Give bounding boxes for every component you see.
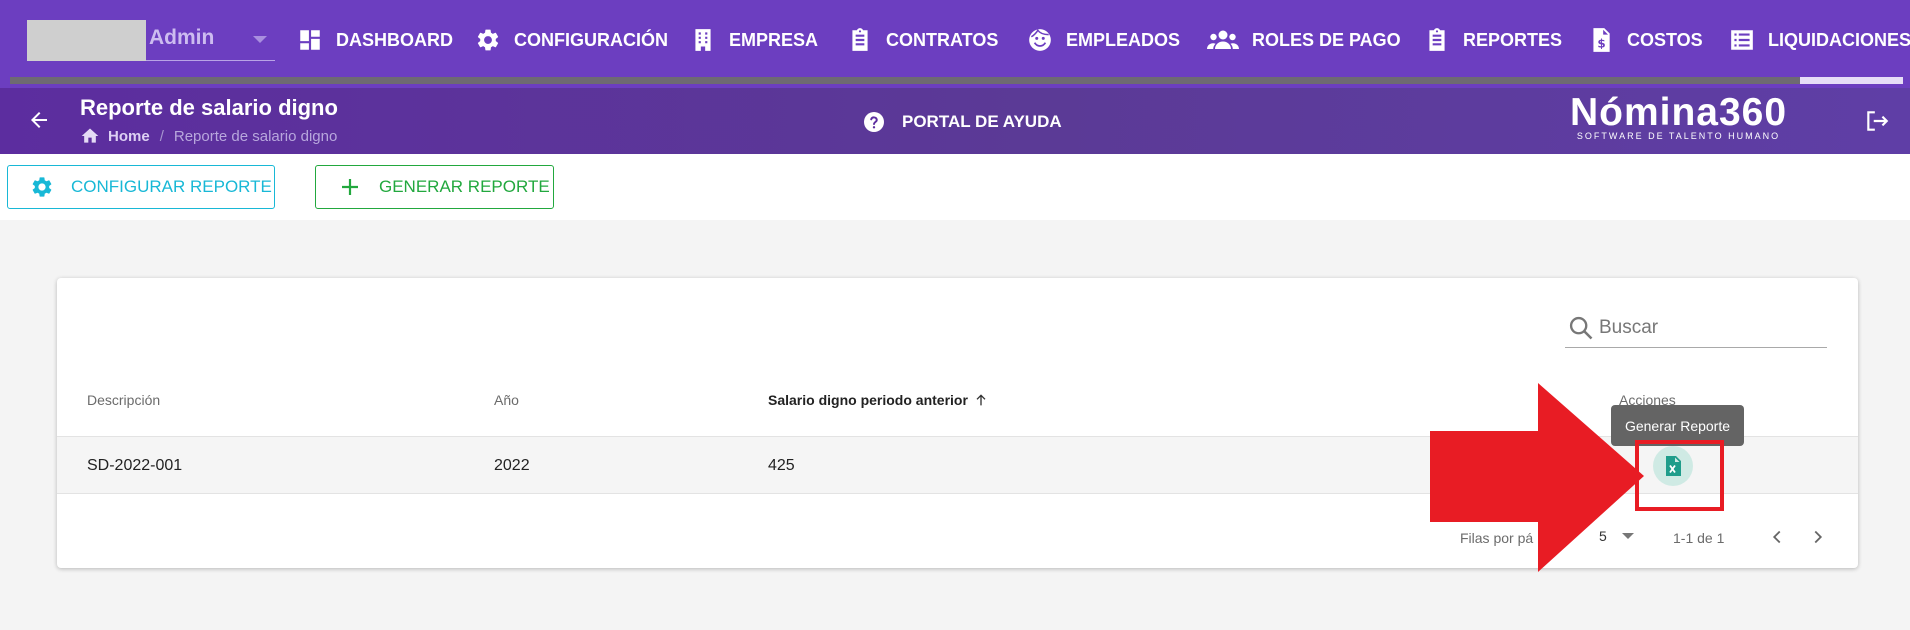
dashboard-icon — [300, 30, 320, 50]
users-icon — [1207, 30, 1239, 49]
face-icon — [1029, 28, 1051, 51]
gear-icon — [477, 29, 499, 51]
invoice-dollar-icon: $ — [1593, 28, 1610, 52]
nav-item-label: COSTOS — [1627, 29, 1703, 50]
configure-report-label: CONFIGURAR REPORTE — [71, 177, 272, 196]
nav-item-label: LIQUIDACIONES — [1768, 29, 1910, 50]
brand-tagline: SOFTWARE DE TALENTO HUMANO — [1576, 131, 1781, 141]
top-navigation: Admin DASHBOARD CONFIGURACIÓN EMPRESA CO… — [0, 0, 1910, 88]
brand-name: Nómina360 — [1569, 91, 1788, 134]
home-icon[interactable] — [80, 126, 100, 146]
back-arrow-icon[interactable] — [27, 108, 51, 132]
page-header: Reporte de salario digno Home / Reporte … — [0, 88, 1910, 154]
configure-report-button[interactable]: CONFIGURAR REPORTE — [7, 165, 275, 209]
logout-icon[interactable] — [1864, 108, 1890, 134]
nav-item-contratos[interactable]: CONTRATOS — [847, 25, 998, 55]
generate-report-label: GENERAR REPORTE — [379, 177, 550, 196]
profile-name: Admin — [149, 26, 215, 49]
column-header-salario-label: Salario digno periodo anterior — [768, 392, 968, 408]
pagination-range: 1-1 de 1 — [1673, 530, 1725, 546]
avatar — [27, 20, 146, 61]
cell-salario: 425 — [768, 457, 795, 474]
plus-icon — [342, 179, 358, 195]
sort-ascending-icon — [976, 394, 986, 406]
chevron-down-icon — [253, 36, 267, 43]
list-icon — [1731, 30, 1753, 50]
nav-item-label: ROLES DE PAGO — [1252, 29, 1401, 50]
nav-item-empresa[interactable]: EMPRESA — [690, 25, 818, 55]
user-profile-select[interactable]: Admin — [27, 20, 275, 61]
clipboard-icon — [852, 28, 868, 51]
search-icon — [1569, 316, 1593, 340]
nav-item-label: EMPRESA — [729, 29, 819, 50]
nav-item-empleados[interactable]: EMPLEADOS — [1027, 25, 1180, 55]
nav-item-reportes[interactable]: REPORTES — [1424, 25, 1562, 55]
column-header-descripcion[interactable]: Descripción — [87, 392, 160, 408]
breadcrumb-current: Reporte de salario digno — [173, 127, 338, 145]
breadcrumb: Home / Reporte de salario digno — [80, 126, 337, 146]
help-portal-link[interactable]: PORTAL DE AYUDA — [862, 110, 1062, 134]
building-icon — [695, 29, 711, 51]
cell-descripcion: SD-2022-001 — [87, 457, 183, 474]
cell-anio: 2022 — [494, 457, 530, 474]
annotation-arrow-icon — [1430, 383, 1644, 572]
search-input[interactable] — [1599, 313, 1819, 343]
breadcrumb-separator: / — [159, 127, 164, 145]
help-portal-label: PORTAL DE AYUDA — [902, 112, 1062, 131]
action-toolbar: CONFIGURAR REPORTE GENERAR REPORTE — [0, 154, 1910, 220]
nav-scroll-track — [10, 77, 1800, 84]
page-title: Reporte de salario digno — [80, 95, 338, 120]
previous-page-icon[interactable] — [1766, 526, 1788, 548]
svg-text:$: $ — [1597, 37, 1605, 51]
gear-icon — [32, 177, 52, 197]
next-page-icon[interactable] — [1807, 526, 1829, 548]
help-circle-icon — [864, 112, 884, 132]
search-field[interactable] — [1565, 308, 1827, 348]
nav-item-configuracion[interactable]: CONFIGURACIÓN — [475, 25, 668, 55]
nav-item-dashboard[interactable]: DASHBOARD — [297, 25, 453, 55]
breadcrumb-home-link[interactable]: Home — [108, 128, 150, 145]
nav-item-label: CONTRATOS — [886, 29, 999, 50]
nav-item-label: DASHBOARD — [336, 29, 453, 50]
generate-report-button[interactable]: GENERAR REPORTE — [315, 165, 554, 209]
nav-item-label: CONFIGURACIÓN — [514, 29, 668, 50]
nav-item-liquidaciones[interactable]: LIQUIDACIONES — [1729, 25, 1910, 55]
nav-item-label: EMPLEADOS — [1066, 29, 1181, 50]
nav-active-indicator — [1800, 77, 1903, 84]
column-header-anio[interactable]: Año — [494, 392, 519, 408]
nav-item-costos[interactable]: $ COSTOS — [1588, 25, 1703, 55]
brand-logo: Nómina360 SOFTWARE DE TALENTO HUMANO — [1566, 91, 1791, 141]
nav-item-roles-de-pago[interactable]: ROLES DE PAGO — [1207, 25, 1401, 55]
clipboard-icon — [1429, 28, 1445, 51]
annotation-highlight-box — [1635, 440, 1724, 511]
nav-item-label: REPORTES — [1463, 29, 1563, 50]
column-header-salario[interactable]: Salario digno periodo anterior — [768, 392, 989, 408]
